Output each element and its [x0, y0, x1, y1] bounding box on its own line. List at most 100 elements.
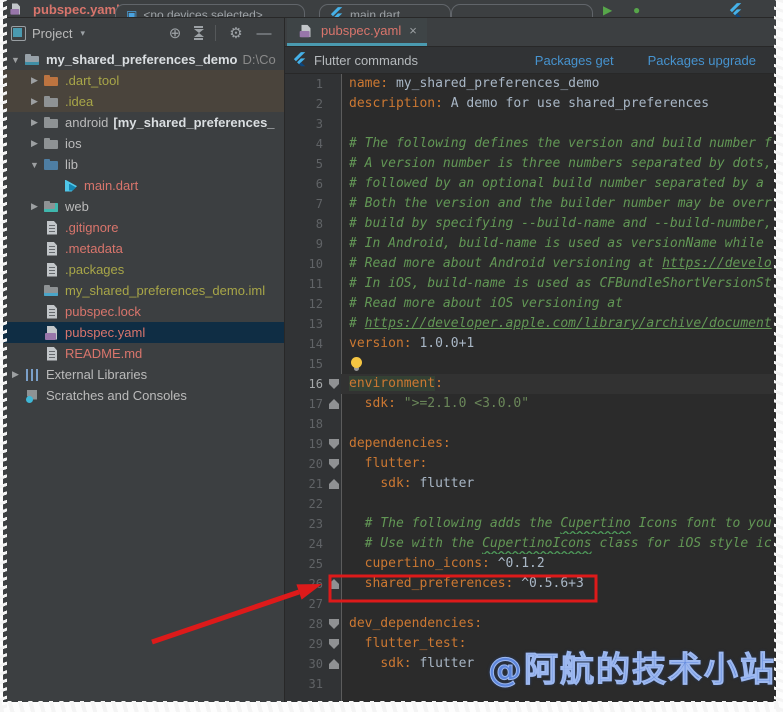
code-line-30[interactable]: 30 sdk: flutter: [285, 654, 776, 674]
navbar-breadcrumb[interactable]: pubspec.yaml: [7, 1, 120, 17]
flutter-toolbar-icon[interactable]: [729, 3, 743, 18]
tree-item-pubspec-lock[interactable]: pubspec.lock: [3, 301, 284, 322]
intention-bulb-icon[interactable]: [351, 357, 362, 368]
tree-item-packages[interactable]: .packages: [3, 259, 284, 280]
code-line-4[interactable]: 4 # The following defines the version and…: [285, 134, 776, 154]
line-number[interactable]: 13: [285, 314, 329, 334]
fold-start-icon[interactable]: [329, 639, 339, 649]
chevron-down-icon[interactable]: ▼: [26, 160, 43, 170]
tree-item-external-libraries[interactable]: ▶ External Libraries: [3, 364, 284, 385]
chevron-right-icon[interactable]: ▶: [26, 75, 43, 86]
line-number[interactable]: 3: [285, 114, 329, 134]
line-number[interactable]: 8: [285, 214, 329, 234]
tab-close-icon[interactable]: ×: [409, 23, 417, 38]
fold-start-icon[interactable]: [329, 439, 339, 449]
tree-item-dart-tool[interactable]: ▶ .dart_tool: [3, 70, 284, 91]
tree-item-scratches-and-consoles[interactable]: Scratches and Consoles: [3, 385, 284, 406]
code-line-29[interactable]: 29 flutter_test:: [285, 634, 776, 654]
code-line-24[interactable]: 24 # Use with the CupertinoIcons class f…: [285, 534, 776, 554]
tree-item-idea[interactable]: ▶ .idea: [3, 91, 284, 112]
code-line-31[interactable]: 31: [285, 674, 776, 694]
tree-item-readme-md[interactable]: README.md: [3, 343, 284, 364]
line-number[interactable]: 1: [285, 74, 329, 94]
code-line-5[interactable]: 5 # A version number is three numbers sep…: [285, 154, 776, 174]
tree-item-lib[interactable]: ▼ lib: [3, 154, 284, 175]
code-line-3[interactable]: 3: [285, 114, 776, 134]
line-number[interactable]: 9: [285, 234, 329, 254]
code-line-19[interactable]: 19 dependencies:: [285, 434, 776, 454]
code-line-14[interactable]: 14 version: 1.0.0+1: [285, 334, 776, 354]
chevron-right-icon[interactable]: ▶: [26, 96, 43, 107]
code-line-1[interactable]: 1 name: my_shared_preferences_demo: [285, 74, 776, 94]
line-number[interactable]: 2: [285, 94, 329, 114]
tree-item-ios[interactable]: ▶ ios: [3, 133, 284, 154]
code-line-10[interactable]: 10 # Read more about Android versioning a…: [285, 254, 776, 274]
device-selector-dropdown[interactable]: ▣ <no devices selected>: [115, 4, 305, 17]
line-number[interactable]: 20: [285, 454, 329, 474]
line-number[interactable]: 29: [285, 634, 329, 654]
line-number[interactable]: 10: [285, 254, 329, 274]
line-number[interactable]: 27: [285, 594, 329, 614]
tab-pubspec-yaml[interactable]: pubspec.yaml ×: [287, 18, 427, 46]
chevron-down-icon[interactable]: ▼: [7, 55, 24, 65]
code-line-12[interactable]: 12 # Read more about iOS versioning at: [285, 294, 776, 314]
line-number[interactable]: 25: [285, 554, 329, 574]
line-number[interactable]: 31: [285, 674, 329, 694]
chevron-right-icon[interactable]: ▶: [26, 138, 43, 149]
code-line-18[interactable]: 18: [285, 414, 776, 434]
settings-gear-icon[interactable]: ⚙: [224, 24, 248, 42]
chevron-right-icon[interactable]: ▶: [26, 201, 43, 212]
code-line-9[interactable]: 9 # In Android, build-name is used as ver…: [285, 234, 776, 254]
packages-upgrade-link[interactable]: Packages upgrade: [648, 53, 756, 68]
line-number[interactable]: 24: [285, 534, 329, 554]
line-number[interactable]: 19: [285, 434, 329, 454]
line-number[interactable]: 23: [285, 514, 329, 534]
code-line-8[interactable]: 8 # build by specifying --build-name and …: [285, 214, 776, 234]
line-number[interactable]: 4: [285, 134, 329, 154]
code-line-21[interactable]: 21 sdk: flutter: [285, 474, 776, 494]
panel-title[interactable]: Project: [32, 26, 72, 41]
line-number[interactable]: 26: [285, 574, 329, 594]
code-line-15[interactable]: 15: [285, 354, 776, 374]
tree-item-web[interactable]: ▶ web: [3, 196, 284, 217]
toolbar-dropdown[interactable]: [451, 4, 593, 17]
code-line-22[interactable]: 22: [285, 494, 776, 514]
chevron-right-icon[interactable]: ▶: [7, 369, 24, 380]
code-line-2[interactable]: 2 description: A demo for use shared_pref…: [285, 94, 776, 114]
line-number[interactable]: 11: [285, 274, 329, 294]
packages-get-link[interactable]: Packages get: [535, 53, 614, 68]
tree-item-metadata[interactable]: .metadata: [3, 238, 284, 259]
code-line-6[interactable]: 6 # followed by an optional build number …: [285, 174, 776, 194]
code-line-20[interactable]: 20 flutter:: [285, 454, 776, 474]
fold-start-icon[interactable]: [329, 619, 339, 629]
fold-start-icon[interactable]: [329, 459, 339, 469]
run-config-dropdown[interactable]: main.dart: [319, 4, 451, 17]
fold-end-icon[interactable]: [329, 659, 339, 669]
code-line-13[interactable]: 13 # https://developer.apple.com/library/…: [285, 314, 776, 334]
code-line-25[interactable]: 25 cupertino_icons: ^0.1.2: [285, 554, 776, 574]
line-number[interactable]: 21: [285, 474, 329, 494]
code-line-27[interactable]: 27: [285, 594, 776, 614]
line-number[interactable]: 7: [285, 194, 329, 214]
locate-file-icon[interactable]: ⊕: [163, 24, 187, 42]
fold-end-icon[interactable]: [329, 399, 339, 409]
panel-title-caret-icon[interactable]: ▾: [80, 28, 85, 39]
line-number[interactable]: 17: [285, 394, 329, 414]
line-number[interactable]: 15: [285, 354, 329, 374]
tree-item-my-shared-preferences-demo-iml[interactable]: my_shared_preferences_demo.iml: [3, 280, 284, 301]
tree-item-my-shared-preferences-demo[interactable]: ▼ my_shared_preferences_demo D:\Co: [3, 49, 284, 70]
code-line-28[interactable]: 28 dev_dependencies:: [285, 614, 776, 634]
line-number[interactable]: 18: [285, 414, 329, 434]
code-line-11[interactable]: 11 # In iOS, build-name is used as CFBund…: [285, 274, 776, 294]
fold-end-icon[interactable]: [329, 479, 339, 489]
fold-end-icon[interactable]: [329, 579, 339, 589]
run-button[interactable]: ▶: [603, 3, 612, 17]
code-editor[interactable]: 1 name: my_shared_preferences_demo 2 descri…: [285, 74, 776, 702]
code-line-7[interactable]: 7 # Both the version and the builder numb…: [285, 194, 776, 214]
line-number[interactable]: 16: [285, 374, 329, 394]
code-line-23[interactable]: 23 # The following adds the Cupertino Ic…: [285, 514, 776, 534]
line-number[interactable]: 6: [285, 174, 329, 194]
tree-item-android[interactable]: ▶ android [my_shared_preferences_: [3, 112, 284, 133]
line-number[interactable]: 28: [285, 614, 329, 634]
code-line-26[interactable]: 26 shared_preferences: ^0.5.6+3: [285, 574, 776, 594]
